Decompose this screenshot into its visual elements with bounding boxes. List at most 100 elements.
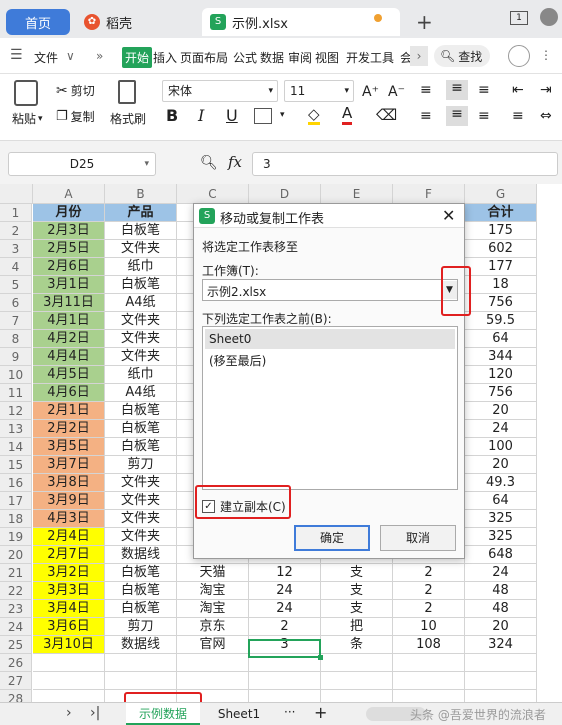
table-cell[interactable]: 20 [465, 456, 537, 474]
menu-review[interactable]: 审阅 [288, 49, 312, 66]
align-left-icon[interactable]: ≡ [420, 108, 432, 124]
table-cell[interactable]: 24 [249, 600, 321, 618]
table-cell[interactable] [393, 654, 465, 672]
table-cell[interactable]: 2月2日 [33, 420, 105, 438]
table-cell[interactable]: 白板笔 [105, 600, 177, 618]
formula-input[interactable]: 3 [252, 152, 558, 176]
table-cell[interactable]: 344 [465, 348, 537, 366]
table-cell[interactable]: 白板笔 [105, 276, 177, 294]
table-cell[interactable]: 2月6日 [33, 258, 105, 276]
justify-icon[interactable]: ≡ [512, 108, 524, 124]
row-header[interactable]: 16 [0, 474, 32, 492]
table-cell[interactable]: 24 [465, 420, 537, 438]
row-header[interactable]: 25 [0, 636, 32, 654]
eraser-icon[interactable]: ⌫ [376, 106, 397, 124]
increase-font-icon[interactable]: A⁺ [362, 84, 379, 100]
fill-handle[interactable] [318, 655, 323, 660]
italic-button[interactable]: I [198, 106, 204, 125]
row-header[interactable]: 26 [0, 654, 32, 672]
table-cell[interactable]: 2 [249, 618, 321, 636]
row-header[interactable]: 7 [0, 312, 32, 330]
column-header-c[interactable]: C [177, 184, 249, 204]
hamburger-icon[interactable]: ☰ [10, 47, 23, 63]
table-cell[interactable]: 4月5日 [33, 366, 105, 384]
sheet-last-icon[interactable]: ›| [90, 705, 100, 721]
table-cell[interactable]: 64 [465, 330, 537, 348]
table-cell[interactable]: 京东 [177, 618, 249, 636]
row-header[interactable]: 18 [0, 510, 32, 528]
table-cell[interactable]: 文件夹 [105, 312, 177, 330]
table-cell[interactable]: 文件夹 [105, 240, 177, 258]
new-tab-button[interactable]: + [416, 10, 433, 34]
font-color-button[interactable]: A [342, 105, 353, 125]
table-cell[interactable]: 756 [465, 384, 537, 402]
table-cell[interactable]: 3月8日 [33, 474, 105, 492]
table-cell[interactable]: 淘宝 [177, 600, 249, 618]
fill-color-icon[interactable]: ◇ [308, 106, 320, 125]
copy-button[interactable]: ❐ 复制 [56, 108, 95, 125]
chevron-down-icon[interactable]: ∨ [66, 49, 75, 63]
column-header-d[interactable]: D [249, 184, 321, 204]
table-cell[interactable]: 合计 [465, 204, 537, 222]
table-cell[interactable]: 3月2日 [33, 564, 105, 582]
column-header-g[interactable]: G [465, 184, 537, 204]
align-bottom-icon[interactable]: ≡ [478, 82, 490, 98]
workbook-select[interactable]: 示例2.xlsx ▼ [202, 279, 458, 301]
table-cell[interactable]: 2月3日 [33, 222, 105, 240]
align-middle-icon[interactable]: ≡ [446, 80, 468, 100]
column-header-f[interactable]: F [393, 184, 465, 204]
table-cell[interactable]: 175 [465, 222, 537, 240]
table-cell[interactable]: 文件夹 [105, 528, 177, 546]
table-cell[interactable]: 剪刀 [105, 456, 177, 474]
table-cell[interactable]: 59.5 [465, 312, 537, 330]
font-size-select[interactable]: 11 ▾ [284, 80, 354, 102]
table-cell[interactable]: 48 [465, 582, 537, 600]
sheet-next-icon[interactable]: › [66, 705, 72, 721]
table-cell[interactable] [177, 672, 249, 690]
table-cell[interactable]: 100 [465, 438, 537, 456]
table-cell[interactable]: 3月7日 [33, 456, 105, 474]
table-cell[interactable]: 324 [465, 636, 537, 654]
table-cell[interactable]: 3月10日 [33, 636, 105, 654]
bold-button[interactable]: B [166, 106, 178, 125]
scroll-right-icon[interactable]: › [410, 46, 428, 66]
row-header[interactable]: 12 [0, 402, 32, 420]
table-cell[interactable]: 天猫 [177, 564, 249, 582]
sheet-tab-active[interactable]: 示例数据 [126, 703, 200, 725]
row-header[interactable]: 27 [0, 672, 32, 690]
menu-formula[interactable]: 公式 [233, 49, 257, 66]
table-cell[interactable] [105, 654, 177, 672]
align-top-icon[interactable]: ≡ [420, 82, 432, 98]
ok-button[interactable]: 确定 [294, 525, 370, 551]
close-icon[interactable]: ✕ [442, 206, 455, 225]
table-cell[interactable] [33, 672, 105, 690]
table-cell[interactable]: A4纸 [105, 384, 177, 402]
table-cell[interactable]: 325 [465, 510, 537, 528]
column-header-b[interactable]: B [105, 184, 177, 204]
font-name-select[interactable]: 宋体 ▾ [162, 80, 278, 102]
table-cell[interactable]: 3月3日 [33, 582, 105, 600]
table-cell[interactable] [105, 672, 177, 690]
row-header[interactable]: 6 [0, 294, 32, 312]
tab-home[interactable]: 首页 [6, 9, 70, 35]
table-cell[interactable]: 2 [393, 564, 465, 582]
more-sheets-icon[interactable]: ··· [284, 705, 295, 719]
fx-icon[interactable]: fx [228, 153, 242, 171]
table-cell[interactable]: 白板笔 [105, 420, 177, 438]
table-cell[interactable]: 2 [393, 582, 465, 600]
table-cell[interactable]: 白板笔 [105, 222, 177, 240]
row-header[interactable]: 23 [0, 600, 32, 618]
table-cell[interactable]: 4月1日 [33, 312, 105, 330]
cut-button[interactable]: ✂ 剪切 [56, 82, 95, 99]
table-cell[interactable]: 24 [465, 564, 537, 582]
tab-docer[interactable]: ✿ 稻壳 [76, 8, 196, 36]
distribute-icon[interactable]: ⇔ [540, 108, 552, 124]
menu-data[interactable]: 数据 [260, 49, 284, 66]
table-cell[interactable]: 剪刀 [105, 618, 177, 636]
table-cell[interactable]: 2月1日 [33, 402, 105, 420]
row-header[interactable]: 11 [0, 384, 32, 402]
tab-file[interactable]: S 示例.xlsx [202, 8, 400, 36]
menu-view[interactable]: 视图 [315, 49, 339, 66]
table-cell[interactable]: 官网 [177, 636, 249, 654]
table-cell[interactable]: 文件夹 [105, 348, 177, 366]
